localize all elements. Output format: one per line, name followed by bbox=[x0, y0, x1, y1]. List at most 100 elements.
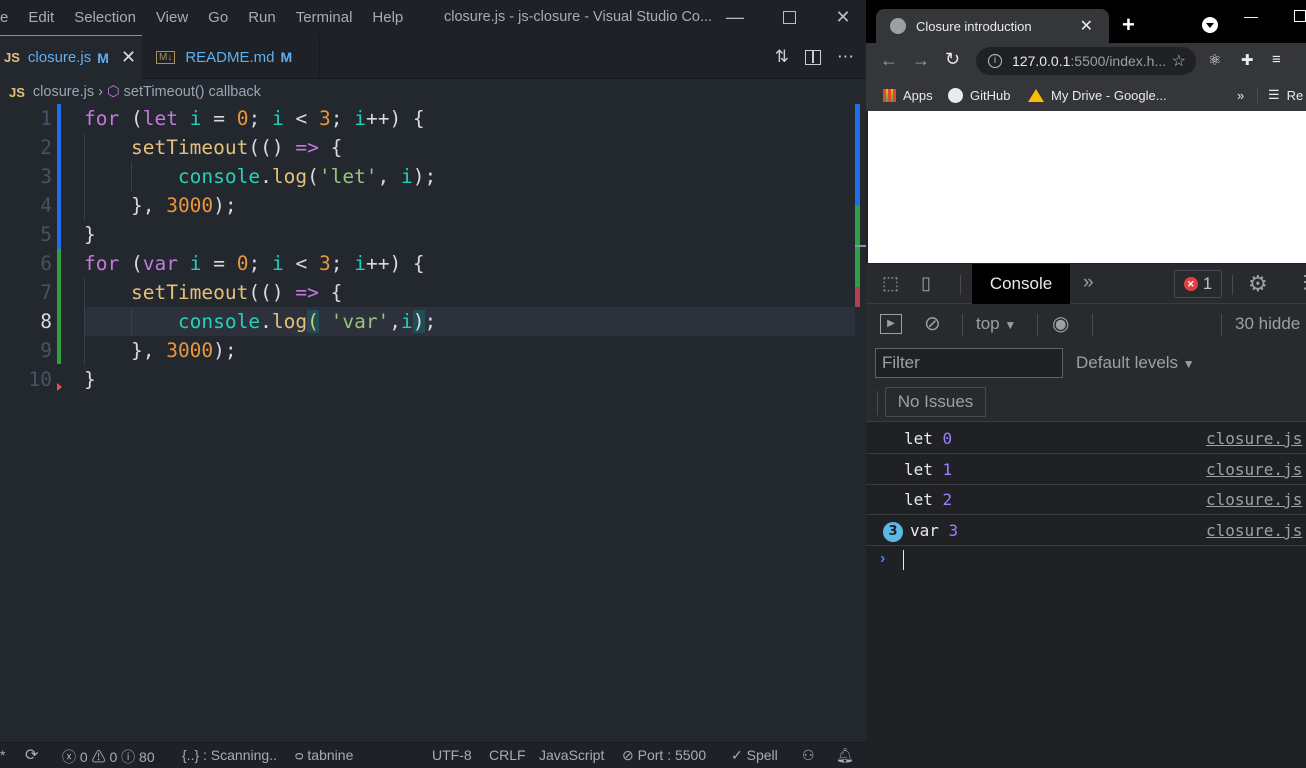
indent-guide bbox=[131, 162, 132, 191]
maximize-button[interactable] bbox=[766, 0, 812, 35]
source-link[interactable]: closure.js bbox=[1206, 521, 1302, 540]
tab-readme-md[interactable]: M↓ README.md M bbox=[142, 35, 320, 79]
open-changes-icon[interactable]: ⇅ bbox=[775, 47, 789, 67]
breadcrumb-file[interactable]: closure.js bbox=[33, 84, 94, 100]
site-info-icon[interactable]: i bbox=[988, 54, 1002, 68]
menu-edit[interactable]: Edit bbox=[18, 9, 64, 26]
bookmark-label: Apps bbox=[903, 87, 933, 103]
reading-list-label: Re bbox=[1286, 87, 1304, 103]
info-count: 80 bbox=[139, 749, 155, 765]
address-bar[interactable]: i 127.0.0.1:5500/index.h... ☆ bbox=[976, 47, 1196, 75]
console-message: 3 var 3 closure.js bbox=[866, 516, 1306, 546]
new-tab-button[interactable]: + bbox=[1122, 12, 1135, 38]
bookmark-github[interactable]: GitHub bbox=[948, 87, 1010, 103]
encoding-status[interactable]: UTF-8 bbox=[432, 747, 472, 763]
more-actions-icon[interactable]: ⋯ bbox=[837, 47, 854, 67]
reload-icon[interactable]: ↻ bbox=[945, 49, 960, 70]
scanning-status[interactable]: {..} : Scanning.. bbox=[182, 747, 277, 763]
live-expression-eye-icon[interactable]: ◉ bbox=[1052, 311, 1069, 336]
menu-selection[interactable]: Selection bbox=[64, 9, 146, 26]
code-line: 1 for (let i = 0; i < 3; i++) { bbox=[0, 104, 855, 133]
spell-status[interactable]: ✓ Spell bbox=[731, 747, 778, 764]
console-message: let 2 closure.js bbox=[866, 485, 1306, 515]
maximize-icon[interactable] bbox=[1294, 10, 1306, 22]
filter-input[interactable]: Filter bbox=[875, 348, 1063, 378]
inspect-element-icon[interactable]: ⬚ bbox=[882, 273, 899, 294]
react-devtools-icon[interactable]: ⚛ bbox=[1208, 51, 1221, 69]
menu-go[interactable]: Go bbox=[198, 9, 238, 26]
filter-bar: Filter Default levels ▼ bbox=[866, 344, 1306, 384]
browser-tab[interactable]: Closure introduction ✕ bbox=[876, 9, 1109, 43]
feedback-icon[interactable]: ⚇ bbox=[802, 747, 815, 764]
bookmarks-bar: Apps GitHub My Drive - Google... » ☰ Re bbox=[866, 79, 1306, 111]
indent-guide bbox=[84, 133, 85, 220]
menu-help[interactable]: Help bbox=[362, 9, 413, 26]
code-line: 4 }, 3000); bbox=[0, 191, 855, 220]
source-link[interactable]: closure.js bbox=[1206, 490, 1302, 509]
source-link[interactable]: closure.js bbox=[1206, 429, 1302, 448]
tab-search-icon[interactable] bbox=[1202, 17, 1218, 33]
clear-console-icon[interactable]: ⊘ bbox=[924, 311, 941, 336]
warning-count: 0 bbox=[109, 749, 118, 765]
eol-status[interactable]: CRLF bbox=[489, 747, 526, 763]
overview-ruler[interactable] bbox=[855, 104, 867, 307]
media-queue-icon[interactable]: ≡ bbox=[1272, 51, 1281, 68]
divider bbox=[1221, 314, 1222, 336]
tabnine-status[interactable]: ᴑ tabnine bbox=[295, 747, 353, 763]
sync-icon[interactable]: ⟳ bbox=[25, 745, 38, 765]
live-server-status[interactable]: ⊘ Port : 5500 bbox=[622, 747, 706, 764]
minimize-icon[interactable]: — bbox=[1244, 8, 1258, 24]
settings-gear-icon[interactable]: ⚙ bbox=[1248, 271, 1268, 297]
menu-file[interactable]: e bbox=[0, 9, 18, 26]
source-link[interactable]: closure.js bbox=[1206, 460, 1302, 479]
minimize-button[interactable]: — bbox=[712, 0, 758, 35]
menu-terminal[interactable]: Terminal bbox=[286, 9, 363, 26]
reading-list[interactable]: ☰ Re bbox=[1268, 87, 1303, 103]
code-editor[interactable]: 1 for (let i = 0; i < 3; i++) { 2 setTime… bbox=[0, 104, 855, 744]
context-selector[interactable]: top ▼ bbox=[976, 314, 1016, 334]
page-viewport[interactable] bbox=[868, 111, 1306, 263]
bookmarks-overflow[interactable]: » bbox=[1237, 88, 1244, 103]
message-text: let bbox=[904, 429, 933, 448]
breadcrumb-symbol[interactable]: setTimeout() callback bbox=[124, 84, 261, 100]
bookmark-apps[interactable]: Apps bbox=[883, 88, 933, 103]
remote-indicator[interactable]: * bbox=[0, 747, 5, 763]
menu-run[interactable]: Run bbox=[238, 9, 286, 26]
more-options-icon[interactable]: ⋮ bbox=[1296, 272, 1306, 293]
line-number: 4 bbox=[40, 194, 52, 217]
divider bbox=[1232, 275, 1233, 295]
divider bbox=[877, 391, 878, 415]
issues-button[interactable]: No Issues bbox=[885, 387, 986, 417]
bookmark-star-icon[interactable]: ☆ bbox=[1172, 51, 1186, 71]
problems-indicator[interactable]: ⓧ 0 ⚠ 0 ⓘ 80 bbox=[62, 747, 155, 767]
extensions-puzzle-icon[interactable]: ✚ bbox=[1241, 51, 1254, 69]
device-toolbar-icon[interactable]: ▯ bbox=[921, 273, 931, 294]
tab-label: closure.js bbox=[27, 49, 92, 66]
close-window-button[interactable]: ✕ bbox=[820, 0, 866, 35]
split-editor-icon[interactable] bbox=[805, 49, 821, 65]
reading-list-icon: ☰ bbox=[1268, 87, 1280, 102]
close-tab-icon[interactable]: ✕ bbox=[1080, 16, 1093, 36]
context-label: top bbox=[976, 314, 1000, 333]
more-tabs-icon[interactable]: » bbox=[1083, 272, 1094, 294]
github-icon bbox=[948, 87, 963, 103]
hidden-messages-count[interactable]: 30 hidde bbox=[1235, 314, 1300, 334]
error-counter-button[interactable]: ✕ 1 bbox=[1174, 270, 1222, 298]
tab-closure-js[interactable]: JS closure.js M ✕ bbox=[0, 35, 142, 79]
modified-badge: M bbox=[97, 49, 109, 66]
line-number: 6 bbox=[40, 252, 52, 275]
show-sidebar-icon[interactable]: ▶ bbox=[880, 314, 902, 334]
notifications-bell-icon[interactable]: 🔔︎ bbox=[836, 747, 854, 764]
console-input[interactable] bbox=[903, 550, 904, 570]
log-levels-dropdown[interactable]: Default levels ▼ bbox=[1076, 353, 1195, 373]
bookmark-my-drive[interactable]: My Drive - Google... bbox=[1028, 88, 1167, 103]
vscode-window: e Edit Selection View Go Run Terminal He… bbox=[0, 0, 867, 768]
language-status[interactable]: JavaScript bbox=[539, 747, 604, 763]
google-drive-icon bbox=[1028, 88, 1044, 102]
tab-console[interactable]: Console bbox=[972, 264, 1070, 304]
menu-view[interactable]: View bbox=[146, 9, 198, 26]
back-arrow-icon[interactable]: ← bbox=[880, 50, 898, 71]
js-file-icon: JS bbox=[4, 50, 20, 65]
forward-arrow-icon[interactable]: → bbox=[912, 50, 930, 71]
close-tab-icon[interactable]: ✕ bbox=[121, 47, 136, 68]
